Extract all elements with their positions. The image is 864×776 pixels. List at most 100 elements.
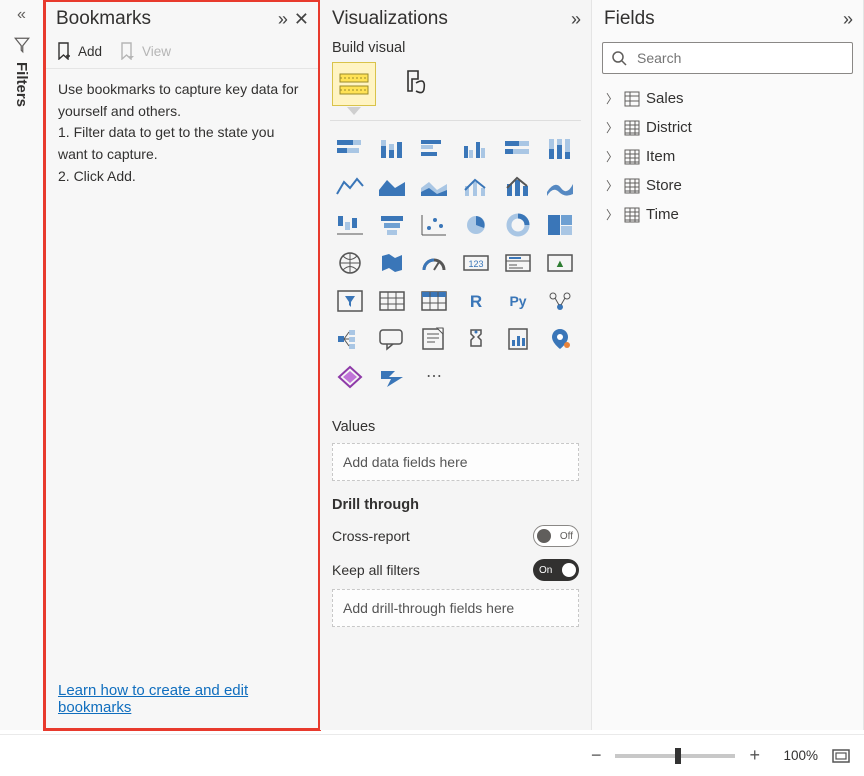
zoom-in-button[interactable]: + <box>749 745 760 766</box>
svg-text:▲: ▲ <box>555 258 566 270</box>
viz-type-powerapps[interactable] <box>332 361 368 393</box>
field-table-district[interactable]: 〉 District <box>592 113 863 142</box>
viz-type-stacked-column[interactable] <box>374 133 410 165</box>
build-visual-tab[interactable] <box>332 62 376 106</box>
viz-type-filled-map[interactable] <box>374 247 410 279</box>
drill-through-drop-well[interactable]: Add drill-through fields here <box>332 589 579 627</box>
viz-type-arcgis[interactable] <box>542 323 578 355</box>
field-table-label: Time <box>646 206 679 223</box>
field-table-sales[interactable]: 〉 Sales <box>592 84 863 113</box>
viz-type-clustered-bar[interactable] <box>416 133 452 165</box>
viz-type-stacked-bar[interactable] <box>332 133 368 165</box>
viz-type-gauge[interactable] <box>416 247 452 279</box>
fields-search-input[interactable] <box>635 49 844 67</box>
viz-type-more[interactable]: ⋯ <box>416 361 452 393</box>
viz-type-card[interactable]: 123 <box>458 247 494 279</box>
chevron-right-icon: 〉 <box>606 119 618 136</box>
table-icon <box>624 207 640 223</box>
svg-text:123: 123 <box>468 259 483 269</box>
visualizations-pane: Visualizations » Build visual <box>320 0 592 730</box>
chevron-right-icon: 〉 <box>606 148 618 165</box>
viz-type-py-visual[interactable]: Py <box>500 285 536 317</box>
table-icon <box>624 178 640 194</box>
bookmarks-help-text: Use bookmarks to capture key data for yo… <box>44 69 319 672</box>
table-icon <box>624 149 640 165</box>
viz-type-funnel[interactable] <box>374 209 410 241</box>
viz-type-stacked-area[interactable] <box>416 171 452 203</box>
keep-filters-label: Keep all filters <box>332 562 420 578</box>
cross-report-label: Cross-report <box>332 528 410 544</box>
status-bar: − + 100% <box>0 734 864 776</box>
table-icon <box>624 91 640 107</box>
viz-type-decomposition[interactable] <box>332 323 368 355</box>
field-table-store[interactable]: 〉 Store <box>592 171 863 200</box>
viz-type-automate[interactable] <box>374 361 410 393</box>
viz-type-matrix[interactable] <box>416 285 452 317</box>
viz-type-goals[interactable] <box>458 323 494 355</box>
bookmark-add-icon <box>56 42 72 60</box>
field-table-label: Sales <box>646 90 684 107</box>
close-bookmarks-icon[interactable]: ✕ <box>294 9 309 30</box>
svg-text:Py: Py <box>509 293 526 309</box>
viz-type-treemap[interactable] <box>542 209 578 241</box>
viz-type-key-influencers[interactable] <box>542 285 578 317</box>
expand-filters-icon[interactable]: « <box>17 6 26 24</box>
viz-type-area[interactable] <box>374 171 410 203</box>
viz-type-r-visual[interactable]: R <box>458 285 494 317</box>
bookmarks-learn-link[interactable]: Learn how to create and edit bookmarks <box>58 682 248 716</box>
viz-type-line-clustered[interactable] <box>458 171 494 203</box>
bookmarks-help-intro: Use bookmarks to capture key data for yo… <box>58 79 305 122</box>
viz-type-kpi[interactable]: ▲ <box>542 247 578 279</box>
format-visual-tab[interactable] <box>394 62 438 106</box>
filters-pane-collapsed[interactable]: « Filters <box>0 0 44 730</box>
zoom-level: 100% <box>774 748 818 763</box>
view-bookmark-button: View <box>118 42 171 60</box>
values-label: Values <box>320 405 591 441</box>
format-tab-icon <box>402 69 430 99</box>
filter-icon <box>13 36 31 54</box>
drill-through-label: Drill through <box>320 483 591 519</box>
cross-report-toggle[interactable]: Off <box>533 525 579 547</box>
fields-tab-icon <box>339 71 369 97</box>
viz-type-narrative[interactable] <box>416 323 452 355</box>
bookmarks-help-step1: 1. Filter data to get to the state you w… <box>58 122 305 165</box>
fields-search[interactable] <box>602 42 853 74</box>
collapse-fields-icon[interactable]: » <box>843 9 853 30</box>
bookmark-view-icon <box>118 42 136 60</box>
filters-label: Filters <box>13 62 30 107</box>
viz-type-scatter[interactable] <box>416 209 452 241</box>
viz-type-line[interactable] <box>332 171 368 203</box>
viz-type-pie[interactable] <box>458 209 494 241</box>
zoom-out-button[interactable]: − <box>591 745 602 766</box>
add-bookmark-button[interactable]: Add <box>56 42 102 60</box>
chevron-right-icon: 〉 <box>606 206 618 223</box>
zoom-slider[interactable] <box>615 754 735 758</box>
viz-type-map[interactable] <box>332 247 368 279</box>
viz-type-waterfall[interactable] <box>332 209 368 241</box>
values-drop-well[interactable]: Add data fields here <box>332 443 579 481</box>
collapse-bookmarks-icon[interactable]: » <box>278 9 288 30</box>
viz-type-qna[interactable] <box>374 323 410 355</box>
table-icon <box>624 120 640 136</box>
visualization-type-grid: 123 ▲ R Py ⋯ <box>320 121 591 405</box>
fit-to-page-button[interactable] <box>832 749 850 763</box>
viz-type-clustered-column[interactable] <box>458 133 494 165</box>
viz-type-slicer[interactable] <box>332 285 368 317</box>
svg-text:R: R <box>470 292 482 311</box>
bookmarks-pane: Bookmarks » ✕ Add View Use bookmarks to … <box>44 0 320 730</box>
add-bookmark-label: Add <box>78 44 102 59</box>
viz-type-table[interactable] <box>374 285 410 317</box>
keep-filters-toggle[interactable]: On <box>533 559 579 581</box>
collapse-visualizations-icon[interactable]: » <box>571 9 581 30</box>
field-table-time[interactable]: 〉 Time <box>592 200 863 229</box>
viz-type-stacked-bar-100[interactable] <box>500 133 536 165</box>
viz-type-multi-card[interactable] <box>500 247 536 279</box>
field-table-label: Store <box>646 177 682 194</box>
field-table-item[interactable]: 〉 Item <box>592 142 863 171</box>
viz-type-donut[interactable] <box>500 209 536 241</box>
viz-type-ribbon[interactable] <box>542 171 578 203</box>
viz-type-paginated[interactable] <box>500 323 536 355</box>
viz-type-line-stacked[interactable] <box>500 171 536 203</box>
viz-type-stacked-column-100[interactable] <box>542 133 578 165</box>
field-table-label: Item <box>646 148 675 165</box>
